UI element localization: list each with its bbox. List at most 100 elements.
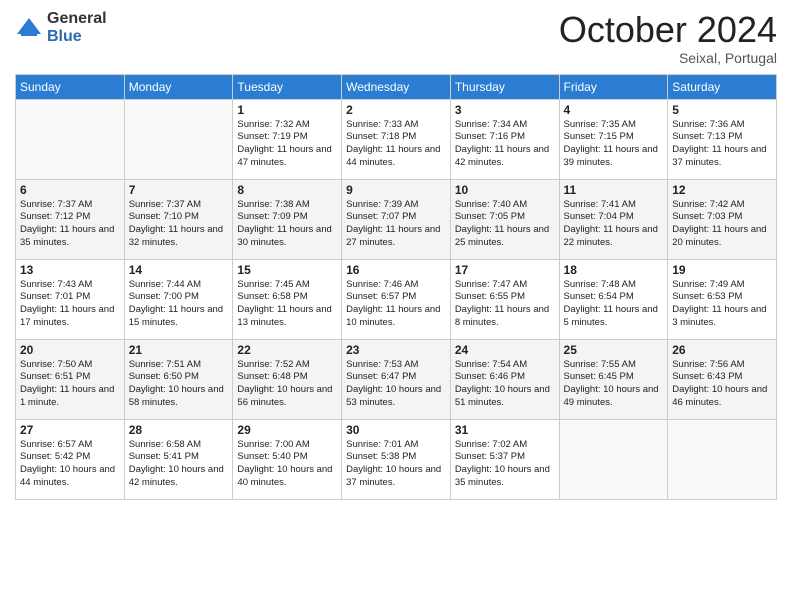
day-detail: Sunrise: 7:46 AMSunset: 6:57 PMDaylight:…	[346, 279, 446, 330]
table-row: 27Sunrise: 6:57 AMSunset: 5:42 PMDayligh…	[16, 419, 125, 499]
header-tuesday: Tuesday	[233, 74, 342, 99]
table-row: 22 Sunrise: 7:52 AMSunset: 6:48 PMDayligh…	[233, 339, 342, 419]
day-detail: Sunrise: 7:50 AMSunset: 6:51 PMDaylight:…	[20, 359, 120, 410]
table-row: 17 Sunrise: 7:47 AMSunset: 6:55 PMDayligh…	[450, 259, 559, 339]
table-row: 24 Sunrise: 7:54 AMSunset: 6:46 PMDayligh…	[450, 339, 559, 419]
table-row: 13Sunrise: 7:43 AMSunset: 7:01 PMDayligh…	[16, 259, 125, 339]
day-number: 8	[237, 183, 337, 197]
day-detail: Sunrise: 7:37 AMSunset: 7:10 PMDaylight:…	[129, 199, 229, 250]
title-section: October 2024 Seixal, Portugal	[559, 10, 777, 66]
day-detail: Sunrise: 7:53 AMSunset: 6:47 PMDaylight:…	[346, 359, 446, 410]
day-detail: Sunrise: 7:02 AMSunset: 5:37 PMDaylight:…	[455, 439, 555, 490]
day-number: 29	[237, 423, 337, 437]
header-wednesday: Wednesday	[342, 74, 451, 99]
day-detail: Sunrise: 7:35 AMSunset: 7:15 PMDaylight:…	[564, 119, 664, 170]
day-number: 26	[672, 343, 772, 357]
table-row: 12 Sunrise: 7:42 AMSunset: 7:03 PMDayligh…	[668, 179, 777, 259]
weekday-header-row: Sunday Monday Tuesday Wednesday Thursday…	[16, 74, 777, 99]
day-detail: Sunrise: 7:52 AMSunset: 6:48 PMDaylight:…	[237, 359, 337, 410]
table-row: 26 Sunrise: 7:56 AMSunset: 6:43 PMDayligh…	[668, 339, 777, 419]
day-number: 2	[346, 103, 446, 117]
calendar-table: Sunday Monday Tuesday Wednesday Thursday…	[15, 74, 777, 500]
table-row: 31Sunrise: 7:02 AMSunset: 5:37 PMDayligh…	[450, 419, 559, 499]
table-row: 30Sunrise: 7:01 AMSunset: 5:38 PMDayligh…	[342, 419, 451, 499]
day-number: 14	[129, 263, 229, 277]
day-detail: Sunrise: 7:49 AMSunset: 6:53 PMDaylight:…	[672, 279, 772, 330]
table-row: 6Sunrise: 7:37 AMSunset: 7:12 PMDaylight…	[16, 179, 125, 259]
calendar-week-row: 20Sunrise: 7:50 AMSunset: 6:51 PMDayligh…	[16, 339, 777, 419]
logo-general: General	[47, 10, 107, 28]
day-number: 10	[455, 183, 555, 197]
logo: General Blue	[15, 10, 107, 45]
day-number: 22	[237, 343, 337, 357]
table-row	[16, 99, 125, 179]
table-row: 28Sunrise: 6:58 AMSunset: 5:41 PMDayligh…	[124, 419, 233, 499]
table-row: 8 Sunrise: 7:38 AMSunset: 7:09 PMDaylight…	[233, 179, 342, 259]
table-row: 1 Sunrise: 7:32 AMSunset: 7:19 PMDaylight…	[233, 99, 342, 179]
table-row: 20Sunrise: 7:50 AMSunset: 6:51 PMDayligh…	[16, 339, 125, 419]
logo-text: General Blue	[47, 10, 107, 45]
day-number: 4	[564, 103, 664, 117]
day-detail: Sunrise: 7:42 AMSunset: 7:03 PMDaylight:…	[672, 199, 772, 250]
day-number: 12	[672, 183, 772, 197]
day-detail: Sunrise: 7:54 AMSunset: 6:46 PMDaylight:…	[455, 359, 555, 410]
day-number: 17	[455, 263, 555, 277]
day-detail: Sunrise: 7:00 AMSunset: 5:40 PMDaylight:…	[237, 439, 337, 490]
header-friday: Friday	[559, 74, 668, 99]
day-number: 15	[237, 263, 337, 277]
month-title: October 2024	[559, 10, 777, 50]
table-row: 19 Sunrise: 7:49 AMSunset: 6:53 PMDayligh…	[668, 259, 777, 339]
table-row: 7 Sunrise: 7:37 AMSunset: 7:10 PMDaylight…	[124, 179, 233, 259]
logo-blue: Blue	[47, 28, 107, 46]
day-detail: Sunrise: 7:40 AMSunset: 7:05 PMDaylight:…	[455, 199, 555, 250]
day-detail: Sunrise: 6:57 AMSunset: 5:42 PMDaylight:…	[20, 439, 120, 490]
day-detail: Sunrise: 7:37 AMSunset: 7:12 PMDaylight:…	[20, 199, 120, 250]
day-detail: Sunrise: 6:58 AMSunset: 5:41 PMDaylight:…	[129, 439, 229, 490]
table-row: 15Sunrise: 7:45 AMSunset: 6:58 PMDayligh…	[233, 259, 342, 339]
calendar-page: General Blue October 2024 Seixal, Portug…	[0, 0, 792, 612]
table-row: 23 Sunrise: 7:53 AMSunset: 6:47 PMDayligh…	[342, 339, 451, 419]
day-number: 13	[20, 263, 120, 277]
header-thursday: Thursday	[450, 74, 559, 99]
calendar-week-row: 6Sunrise: 7:37 AMSunset: 7:12 PMDaylight…	[16, 179, 777, 259]
day-number: 7	[129, 183, 229, 197]
table-row: 29 Sunrise: 7:00 AMSunset: 5:40 PMDayligh…	[233, 419, 342, 499]
day-number: 11	[564, 183, 664, 197]
day-detail: Sunrise: 7:39 AMSunset: 7:07 PMDaylight:…	[346, 199, 446, 250]
day-detail: Sunrise: 7:38 AMSunset: 7:09 PMDaylight:…	[237, 199, 337, 250]
calendar-week-row: 1 Sunrise: 7:32 AMSunset: 7:19 PMDaylight…	[16, 99, 777, 179]
day-detail: Sunrise: 7:44 AMSunset: 7:00 PMDaylight:…	[129, 279, 229, 330]
day-number: 24	[455, 343, 555, 357]
day-number: 25	[564, 343, 664, 357]
day-number: 21	[129, 343, 229, 357]
day-detail: Sunrise: 7:47 AMSunset: 6:55 PMDaylight:…	[455, 279, 555, 330]
day-number: 1	[237, 103, 337, 117]
day-detail: Sunrise: 7:01 AMSunset: 5:38 PMDaylight:…	[346, 439, 446, 490]
day-detail: Sunrise: 7:32 AMSunset: 7:19 PMDaylight:…	[237, 119, 337, 170]
header-saturday: Saturday	[668, 74, 777, 99]
day-detail: Sunrise: 7:33 AMSunset: 7:18 PMDaylight:…	[346, 119, 446, 170]
day-detail: Sunrise: 7:56 AMSunset: 6:43 PMDaylight:…	[672, 359, 772, 410]
table-row: 5Sunrise: 7:36 AMSunset: 7:13 PMDaylight…	[668, 99, 777, 179]
table-row: 11 Sunrise: 7:41 AMSunset: 7:04 PMDayligh…	[559, 179, 668, 259]
table-row	[124, 99, 233, 179]
day-detail: Sunrise: 7:55 AMSunset: 6:45 PMDaylight:…	[564, 359, 664, 410]
table-row: 9Sunrise: 7:39 AMSunset: 7:07 PMDaylight…	[342, 179, 451, 259]
table-row: 2 Sunrise: 7:33 AMSunset: 7:18 PMDaylight…	[342, 99, 451, 179]
day-number: 3	[455, 103, 555, 117]
day-detail: Sunrise: 7:36 AMSunset: 7:13 PMDaylight:…	[672, 119, 772, 170]
table-row: 18Sunrise: 7:48 AMSunset: 6:54 PMDayligh…	[559, 259, 668, 339]
day-number: 23	[346, 343, 446, 357]
table-row: 14 Sunrise: 7:44 AMSunset: 7:00 PMDayligh…	[124, 259, 233, 339]
table-row: 3Sunrise: 7:34 AMSunset: 7:16 PMDaylight…	[450, 99, 559, 179]
day-detail: Sunrise: 7:41 AMSunset: 7:04 PMDaylight:…	[564, 199, 664, 250]
day-number: 16	[346, 263, 446, 277]
table-row: 16 Sunrise: 7:46 AMSunset: 6:57 PMDayligh…	[342, 259, 451, 339]
table-row	[668, 419, 777, 499]
day-number: 19	[672, 263, 772, 277]
day-number: 18	[564, 263, 664, 277]
table-row: 21Sunrise: 7:51 AMSunset: 6:50 PMDayligh…	[124, 339, 233, 419]
table-row: 25 Sunrise: 7:55 AMSunset: 6:45 PMDayligh…	[559, 339, 668, 419]
calendar-week-row: 13Sunrise: 7:43 AMSunset: 7:01 PMDayligh…	[16, 259, 777, 339]
table-row: 4 Sunrise: 7:35 AMSunset: 7:15 PMDaylight…	[559, 99, 668, 179]
